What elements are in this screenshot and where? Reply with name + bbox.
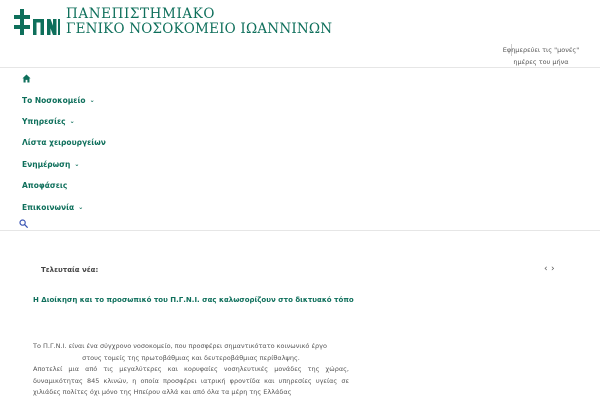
chevron-down-icon: ⌄ — [89, 97, 95, 104]
nav-item-label: Ενημέρωση — [22, 160, 71, 169]
duty-notice: Εφημερεύει τις "μονές" ημέρες του μήνα — [496, 44, 586, 68]
site-header: ΠΑΝΕΠΙΣΤΗΜΙΑΚΟ ΓΕΝΙΚΟ ΝΟΣΟΚΟΜΕΙΟ ΙΩΑΝΝΙΝ… — [0, 0, 600, 68]
logo-title-line2[interactable]: ΓΕΝΙΚΟ ΝΟΣΟΚΟΜΕΙΟ ΙΩΑΝΝΙΝΩΝ — [66, 21, 332, 37]
duty-notice-line1: Εφημερεύει τις "μονές" — [502, 46, 580, 54]
nav-item-label: Λίστα χειρουργείων — [22, 138, 106, 147]
nav-item-hospital[interactable]: Το Νοσοκομείο ⌄ — [22, 96, 95, 105]
nav-item-news[interactable]: Ενημέρωση ⌄ — [22, 160, 79, 169]
home-icon[interactable] — [22, 74, 31, 83]
hospital-logo-icon[interactable] — [14, 9, 60, 35]
nav-item-contact[interactable]: Επικοινωνία ⌄ — [22, 203, 83, 212]
chevron-down-icon: ⌄ — [78, 204, 84, 211]
nav-item-label: Υπηρεσίες — [22, 117, 66, 126]
nav-item-surgery-list[interactable]: Λίστα χειρουργείων — [22, 138, 106, 147]
main-navigation: Το Νοσοκομείο ⌄ Υπηρεσίες ⌄ Λίστα χειρουργ… — [0, 68, 600, 230]
nav-item-decisions[interactable]: Αποφάσεις — [22, 181, 67, 190]
nav-item-label: Επικοινωνία — [22, 203, 75, 212]
about-paragraph-2: στους τομείς της πρωτοβάθμιας και δευτερ… — [82, 353, 300, 362]
about-text: Το Π.Γ.Ν.Ι. είναι ένα σύγχρονο νοσοκομεί… — [33, 341, 349, 399]
about-paragraph-1: Το Π.Γ.Ν.Ι. είναι ένα σύγχρονο νοσοκομεί… — [33, 342, 327, 350]
search-icon[interactable] — [19, 219, 28, 228]
latest-news-label: Τελευταία νέα: — [41, 266, 99, 274]
nav-item-label: Αποφάσεις — [22, 181, 68, 190]
about-paragraph-3: Αποτελεί μια από τις μεγαλύτερες και κορ… — [33, 365, 349, 396]
chevron-down-icon: ⌄ — [74, 161, 80, 168]
nav-item-services[interactable]: Υπηρεσίες ⌄ — [22, 117, 75, 126]
welcome-heading: Η Διοίκηση και το προσωπικό του Π.Γ.Ν.Ι.… — [33, 296, 354, 304]
nav-divider — [0, 230, 600, 231]
chevron-right-icon[interactable]: › — [551, 264, 555, 274]
chevron-left-icon[interactable]: ‹ — [544, 264, 548, 274]
logo-title-line1[interactable]: ΠΑΝΕΠΙΣΤΗΜΙΑΚΟ — [66, 6, 215, 22]
chevron-down-icon: ⌄ — [69, 118, 75, 125]
nav-item-label: Το Νοσοκομείο — [22, 96, 86, 105]
